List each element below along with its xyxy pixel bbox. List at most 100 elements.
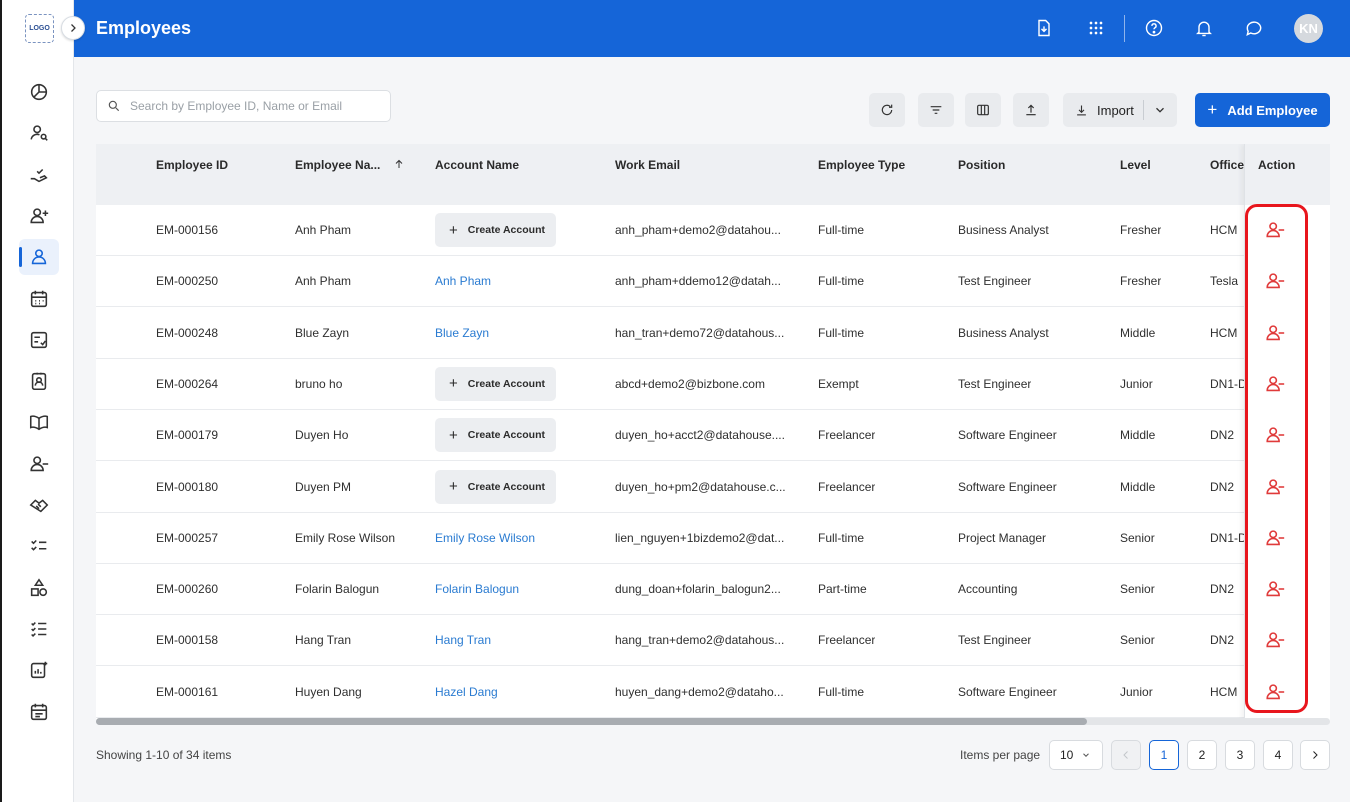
column-header-level[interactable]: Level: [1120, 158, 1151, 172]
create-account-button[interactable]: + Create Account: [435, 213, 556, 247]
page-3-button[interactable]: 3: [1225, 740, 1255, 770]
column-header-position[interactable]: Position: [958, 158, 1005, 172]
table-row[interactable]: EM-000179 Duyen Ho + Create Account duyen_ho…: [96, 410, 1330, 462]
export-document-button[interactable]: [1032, 16, 1056, 40]
column-header-employee-name[interactable]: Employee Na...: [295, 158, 405, 172]
table-row[interactable]: EM-000158 Hang Tran Hang Tran hang_tran+dem…: [96, 615, 1330, 667]
cell-id: EM-000161: [156, 684, 219, 699]
sidebar-nav-item[interactable]: [19, 404, 59, 440]
import-button[interactable]: Import: [1063, 93, 1177, 127]
table-row[interactable]: EM-000180 Duyen PM + Create Account duyen_ho…: [96, 461, 1330, 513]
cell-account[interactable]: Hang Tran: [435, 633, 491, 647]
table-row[interactable]: EM-000257 Emily Rose Wilson Emily Rose Wil…: [96, 512, 1330, 564]
cell-name: Anh Pham: [295, 274, 352, 289]
cell-type: Full-time: [818, 684, 865, 699]
cell-account[interactable]: Blue Zayn: [435, 326, 489, 340]
create-account-button[interactable]: + Create Account: [435, 469, 556, 504]
file-download-icon: [1038, 19, 1050, 37]
table-row[interactable]: EM-000156 Anh Pham + Create Account anh_pham…: [96, 205, 1330, 256]
columns-button[interactable]: [965, 93, 1001, 127]
column-header-employee-type[interactable]: Employee Type: [818, 158, 905, 172]
help-button[interactable]: [1142, 16, 1166, 40]
filter-button[interactable]: [918, 93, 954, 127]
cell-email: hang_tran+demo2@datahous...: [615, 633, 785, 648]
refresh-button[interactable]: [869, 93, 905, 127]
sidebar-nav-item[interactable]: [19, 652, 59, 688]
sidebar-nav-item[interactable]: [19, 115, 59, 151]
sidebar-nav-item[interactable]: [19, 446, 59, 482]
download-icon: [1077, 105, 1086, 115]
add-employee-button[interactable]: + Add Employee: [1195, 93, 1330, 127]
sidebar-nav-item[interactable]: [19, 363, 59, 399]
deactivate-employee-button[interactable]: [1264, 270, 1288, 294]
sidebar-nav-item[interactable]: [19, 281, 59, 317]
deactivate-employee-button[interactable]: [1264, 527, 1288, 551]
scrollbar-thumb[interactable]: [96, 718, 1087, 725]
prev-page-button[interactable]: [1111, 740, 1141, 770]
search-input[interactable]: [130, 99, 380, 113]
column-header-work-email[interactable]: Work Email: [615, 158, 680, 172]
horizontal-scrollbar[interactable]: [96, 718, 1330, 725]
table-row[interactable]: EM-000250 Anh Pham Anh Pham anh_pham+ddemo1…: [96, 256, 1330, 308]
table-row[interactable]: EM-000260 Folarin Balogun Folarin Balogun d…: [96, 564, 1330, 616]
sidebar-nav-item[interactable]: [19, 322, 59, 358]
create-account-button[interactable]: + Create Account: [435, 418, 556, 453]
page-4-button[interactable]: 4: [1263, 740, 1293, 770]
sidebar-nav-item[interactable]: [19, 239, 59, 276]
user-minus-icon: [1266, 530, 1285, 545]
next-page-button[interactable]: [1300, 740, 1330, 770]
page-1-button[interactable]: 1: [1149, 740, 1179, 770]
messages-button[interactable]: [1242, 16, 1266, 40]
deactivate-employee-button[interactable]: [1264, 681, 1288, 705]
column-header-account-name[interactable]: Account Name: [435, 158, 519, 172]
cell-account[interactable]: Anh Pham: [435, 274, 491, 288]
deactivate-employee-button[interactable]: [1264, 219, 1288, 243]
chevron-down-icon[interactable]: [1153, 103, 1167, 117]
plus-icon: +: [449, 478, 458, 495]
deactivate-employee-button[interactable]: [1264, 373, 1288, 397]
cell-level: Senior: [1120, 582, 1155, 597]
deactivate-employee-button[interactable]: [1264, 629, 1288, 653]
sidebar-nav-item[interactable]: [19, 198, 59, 234]
apps-button[interactable]: [1084, 16, 1108, 40]
user-avatar[interactable]: KN: [1294, 14, 1323, 43]
upload-button[interactable]: [1013, 93, 1049, 127]
sidebar-expand-button[interactable]: [61, 16, 85, 40]
create-account-button[interactable]: + Create Account: [435, 366, 556, 401]
sidebar-nav-item[interactable]: [19, 694, 59, 730]
column-header-office[interactable]: Office: [1210, 158, 1244, 172]
cell-account[interactable]: Emily Rose Wilson: [435, 531, 535, 545]
cell-level: Senior: [1120, 530, 1155, 545]
column-header-employee-id[interactable]: Employee ID: [156, 158, 228, 172]
deactivate-employee-button[interactable]: [1264, 476, 1288, 500]
cell-account[interactable]: Folarin Balogun: [435, 582, 519, 596]
sidebar-nav-item[interactable]: [19, 487, 59, 523]
deactivate-employee-button[interactable]: [1264, 424, 1288, 448]
cell-email: duyen_ho+pm2@datahouse.c...: [615, 479, 786, 494]
table-row[interactable]: EM-000264 bruno ho + Create Account abcd+dem…: [96, 358, 1330, 410]
sidebar-nav-item[interactable]: [19, 611, 59, 647]
shapes-icon: [30, 577, 48, 596]
cell-email: anh_pham+demo2@datahou...: [615, 223, 781, 237]
cell-account[interactable]: Hazel Dang: [435, 685, 498, 699]
top-bar: Employees KN: [74, 0, 1350, 57]
table-row[interactable]: EM-000248 Blue Zayn Blue Zayn han_tran+demo…: [96, 307, 1330, 359]
page-2-button[interactable]: 2: [1187, 740, 1217, 770]
notifications-button[interactable]: [1192, 16, 1216, 40]
items-per-page-label: Items per page: [960, 748, 1041, 762]
sidebar-nav-item[interactable]: [19, 74, 59, 110]
user-minus-icon: [1266, 324, 1285, 340]
sidebar-nav-item[interactable]: [19, 157, 59, 193]
grid-dots-icon: [1089, 21, 1103, 35]
items-per-page-select[interactable]: 10: [1049, 740, 1103, 770]
sidebar-nav-item[interactable]: [19, 528, 59, 564]
cell-name: Huyen Dang: [295, 684, 362, 699]
table-row[interactable]: EM-000161 Huyen Dang Hazel Dang huyen_dang+…: [96, 666, 1330, 718]
cell-level: Senior: [1120, 633, 1155, 648]
column-header-label: Employee Na...: [295, 158, 381, 172]
deactivate-employee-button[interactable]: [1264, 322, 1288, 346]
sidebar-nav-item[interactable]: [19, 570, 59, 606]
deactivate-employee-button[interactable]: [1264, 578, 1288, 602]
user-search-icon: [30, 125, 48, 142]
cell-id: EM-000180: [156, 479, 219, 494]
